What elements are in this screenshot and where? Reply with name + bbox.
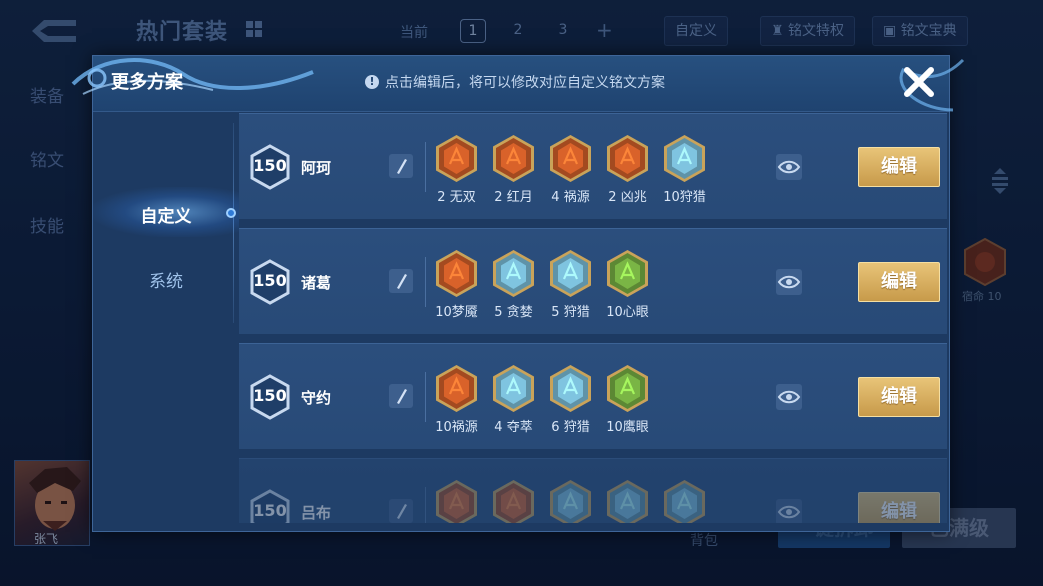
rune-label: 2 无双 bbox=[437, 190, 476, 205]
scheme-row[interactable]: 150 阿珂 2 无双 2 红月 4 祸源 2 凶兆 10狩猎 编辑 bbox=[239, 113, 947, 219]
scheme-hero-name: 阿珂 bbox=[301, 159, 332, 177]
rune-item: 2 红月 bbox=[492, 134, 535, 205]
blue-rune-icon bbox=[663, 134, 706, 183]
dialog-header: 更多方案 ! 点击编辑后，将可以修改对应自定义铭文方案 bbox=[71, 56, 965, 112]
rename-pen-icon[interactable] bbox=[389, 499, 413, 523]
blue-rune-icon bbox=[549, 364, 592, 413]
rune-group: 10梦魇 5 贪婪 5 狩猎 10心眼 bbox=[435, 249, 649, 320]
blue-rune-icon bbox=[492, 364, 535, 413]
rune-label: 5 贪婪 bbox=[494, 305, 533, 320]
eye-icon[interactable] bbox=[776, 499, 802, 523]
row-divider bbox=[425, 142, 426, 192]
scheme-level: 150 bbox=[253, 501, 287, 520]
rune-item: 2 凶兆 bbox=[606, 134, 649, 205]
red-rune-icon bbox=[435, 249, 478, 298]
row-divider bbox=[425, 372, 426, 422]
edit-button[interactable]: 编辑 bbox=[858, 377, 940, 417]
rune-item: 10鹰眼 bbox=[606, 364, 649, 435]
rune-item: 4 祸源 bbox=[549, 134, 592, 205]
rune-label: 10鹰眼 bbox=[606, 420, 649, 435]
tab-system[interactable]: 系统 bbox=[93, 267, 239, 292]
more-schemes-dialog: 更多方案 ! 点击编辑后，将可以修改对应自定义铭文方案 自定义 系统 150 阿珂… bbox=[71, 55, 965, 532]
dialog-hint: ! 点击编辑后，将可以修改对应自定义铭文方案 bbox=[365, 72, 665, 92]
rune-label: 10心眼 bbox=[606, 305, 649, 320]
red-rune-icon bbox=[435, 134, 478, 183]
rune-item: 4 夺萃 bbox=[492, 364, 535, 435]
blue-rune-icon bbox=[549, 249, 592, 298]
rune-label: 10祸源 bbox=[435, 420, 478, 435]
rune-item bbox=[549, 479, 592, 523]
scheme-level: 150 bbox=[253, 271, 287, 290]
rune-item: 10狩猎 bbox=[663, 134, 706, 205]
rune-label: 2 凶兆 bbox=[608, 190, 647, 205]
rune-label: 10梦魇 bbox=[435, 305, 478, 320]
dialog-title: 更多方案 bbox=[111, 72, 183, 93]
scheme-hero-name: 诸葛 bbox=[301, 274, 332, 292]
rename-pen-icon[interactable] bbox=[389, 269, 413, 293]
scheme-row[interactable]: 150 守约 10祸源 4 夺萃 6 狩猎 10鹰眼 编辑 bbox=[239, 343, 947, 449]
scheme-hero-name: 吕布 bbox=[301, 504, 332, 522]
eye-icon[interactable] bbox=[776, 384, 802, 410]
scheme-level: 150 bbox=[253, 386, 287, 405]
rune-item: 10心眼 bbox=[606, 249, 649, 320]
scheme-row[interactable]: 150 吕布 编辑 bbox=[239, 458, 947, 523]
row-divider bbox=[425, 487, 426, 523]
rune-label: 4 夺萃 bbox=[494, 420, 533, 435]
rune-group: 2 无双 2 红月 4 祸源 2 凶兆 10狩猎 bbox=[435, 134, 706, 205]
scheme-hero-name: 守约 bbox=[301, 389, 332, 407]
rune-label: 10狩猎 bbox=[663, 190, 706, 205]
rune-item bbox=[435, 479, 478, 523]
rune-item: 2 无双 bbox=[435, 134, 478, 205]
red-rune-icon bbox=[435, 479, 478, 523]
blue-rune-icon bbox=[492, 249, 535, 298]
cloud-ornament-icon bbox=[71, 58, 314, 95]
active-tab-indicator bbox=[226, 208, 236, 218]
edit-button[interactable]: 编辑 bbox=[858, 147, 940, 187]
edit-button[interactable]: 编辑 bbox=[858, 492, 940, 523]
rune-group: 10祸源 4 夺萃 6 狩猎 10鹰眼 bbox=[435, 364, 649, 435]
scheme-row[interactable]: 150 诸葛 10梦魇 5 贪婪 5 狩猎 10心眼 编辑 bbox=[239, 228, 947, 334]
rune-item: 5 贪婪 bbox=[492, 249, 535, 320]
red-rune-icon bbox=[435, 364, 478, 413]
rune-item: 10祸源 bbox=[435, 364, 478, 435]
tab-custom[interactable]: 自定义 bbox=[93, 202, 239, 227]
rune-label: 6 狩猎 bbox=[551, 420, 590, 435]
rune-item bbox=[492, 479, 535, 523]
rune-group bbox=[435, 479, 706, 523]
scheme-level: 150 bbox=[253, 156, 287, 175]
info-icon: ! bbox=[365, 75, 379, 89]
scheme-list[interactable]: 150 阿珂 2 无双 2 红月 4 祸源 2 凶兆 10狩猎 编辑 150 诸葛 10梦魇 5 贪婪… bbox=[239, 113, 951, 523]
rune-label: 4 祸源 bbox=[551, 190, 590, 205]
rune-item bbox=[663, 479, 706, 523]
eye-icon[interactable] bbox=[776, 154, 802, 180]
green-rune-icon bbox=[606, 249, 649, 298]
rune-item bbox=[606, 479, 649, 523]
edit-button[interactable]: 编辑 bbox=[858, 262, 940, 302]
row-divider bbox=[425, 257, 426, 307]
hint-text: 点击编辑后，将可以修改对应自定义铭文方案 bbox=[385, 75, 665, 91]
close-icon[interactable] bbox=[901, 64, 937, 100]
rune-item: 6 狩猎 bbox=[549, 364, 592, 435]
rename-pen-icon[interactable] bbox=[389, 154, 413, 178]
blue-rune-icon bbox=[606, 479, 649, 523]
red-rune-icon bbox=[492, 134, 535, 183]
red-rune-icon bbox=[606, 134, 649, 183]
green-rune-icon bbox=[606, 364, 649, 413]
rune-label: 5 狩猎 bbox=[551, 305, 590, 320]
red-rune-icon bbox=[549, 134, 592, 183]
rune-label: 2 红月 bbox=[494, 190, 533, 205]
eye-icon[interactable] bbox=[776, 269, 802, 295]
blue-rune-icon bbox=[549, 479, 592, 523]
red-rune-icon bbox=[492, 479, 535, 523]
blue-rune-icon bbox=[663, 479, 706, 523]
scheme-tabs: 自定义 系统 bbox=[93, 113, 239, 531]
rune-item: 5 狩猎 bbox=[549, 249, 592, 320]
rename-pen-icon[interactable] bbox=[389, 384, 413, 408]
rune-item: 10梦魇 bbox=[435, 249, 478, 320]
